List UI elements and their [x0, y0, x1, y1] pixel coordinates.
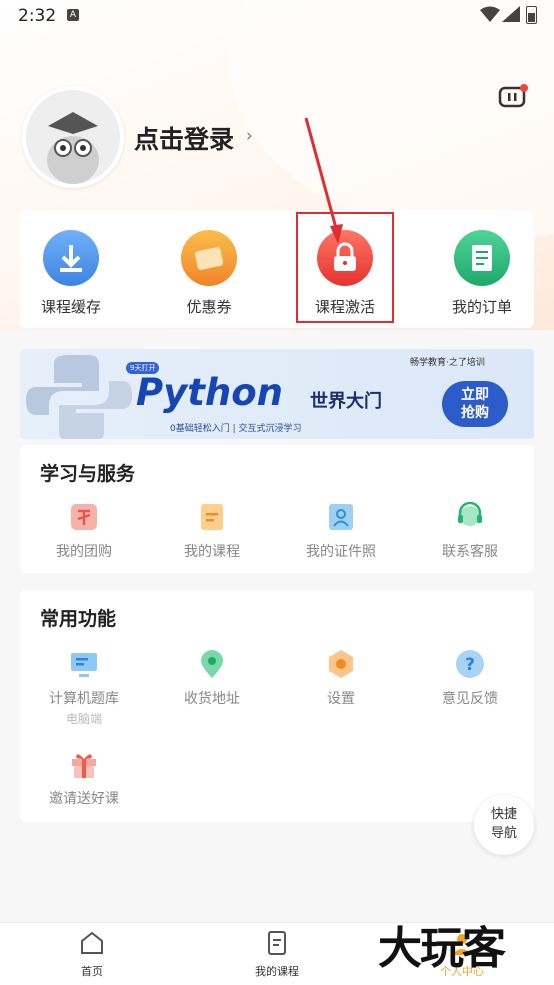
gift-icon [68, 748, 100, 780]
id-photo-icon [325, 501, 357, 533]
quick-action-label: 优惠券 [186, 298, 232, 316]
watermark-logo: 大玩客 [378, 923, 506, 974]
location-icon [196, 648, 228, 680]
computer-icon [68, 648, 100, 680]
quick-action-my-orders[interactable]: 我的订单 [427, 230, 537, 317]
quick-actions-card: 课程缓存 优惠券 课程激活 我的订单 [20, 210, 534, 328]
function-item-invite[interactable]: 邀请送好课 [24, 748, 144, 808]
function-label: 邀请送好课 [49, 791, 119, 807]
svg-text:?: ? [465, 655, 475, 675]
function-label: 计算机题库 [49, 691, 119, 707]
section-title: 学习与服务 [40, 463, 136, 485]
login-link[interactable]: 点击登录 [134, 120, 234, 156]
feedback-icon: ? [454, 648, 486, 680]
banner-title-2: 世界大门 [310, 391, 382, 412]
common-functions-card: 常用功能 计算机题库 电脑端 收货地址 设置 ? 意见反馈 邀请送好课 [20, 590, 534, 822]
service-label: 我的课程 [184, 544, 240, 560]
service-item-my-course[interactable]: 我的课程 [152, 501, 272, 561]
buy-now-button[interactable]: 立即 抢购 [442, 381, 508, 427]
download-icon [43, 230, 99, 286]
status-time: 2:32 [18, 6, 57, 26]
function-item-feedback[interactable]: ? 意见反馈 [410, 648, 530, 708]
service-label: 我的证件照 [306, 544, 376, 560]
customer-service-icon [454, 501, 486, 533]
service-item-group-buy[interactable]: 我的团购 [24, 501, 144, 561]
python-logo-icon [26, 355, 132, 439]
owl-avatar-icon [26, 90, 120, 184]
quick-nav-button[interactable]: 快捷 导航 [474, 795, 534, 855]
message-icon[interactable] [498, 84, 528, 108]
banner-subtitle: 0基础轻松入门 | 交互式沉浸学习 [170, 424, 302, 434]
settings-icon [325, 648, 357, 680]
function-label: 设置 [327, 691, 355, 707]
section-title: 常用功能 [40, 608, 117, 630]
service-item-id-photo[interactable]: 我的证件照 [281, 501, 401, 561]
course-icon [196, 501, 228, 533]
banner-title: Python [136, 371, 284, 414]
quick-action-label: 课程缓存 [40, 298, 101, 316]
signal-icon [502, 6, 520, 22]
highlight-box [296, 212, 394, 323]
tab-my-course[interactable]: 我的课程 [227, 929, 327, 979]
tab-label: 首页 [81, 965, 103, 978]
order-icon [454, 230, 510, 286]
notification-badge: A [67, 9, 79, 21]
group-buy-icon [68, 501, 100, 533]
tab-home[interactable]: 首页 [42, 929, 142, 979]
home-icon [81, 931, 103, 954]
coupon-icon [181, 230, 237, 286]
function-label: 收货地址 [184, 691, 240, 707]
quick-action-coupon[interactable]: 优惠券 [154, 230, 264, 317]
function-sublabel: 电脑端 [65, 712, 102, 726]
chevron-right-icon: › [246, 126, 253, 146]
tab-label: 我的课程 [255, 965, 299, 978]
function-label: 意见反馈 [442, 691, 498, 707]
banner-brand: 畅学教育·之了培训 [410, 358, 485, 368]
service-label: 我的团购 [56, 544, 112, 560]
service-item-customer-service[interactable]: 联系客服 [410, 501, 530, 561]
quick-nav-line2: 导航 [490, 826, 517, 841]
study-services-card: 学习与服务 我的团购 我的课程 我的证件照 联系客服 [20, 445, 534, 573]
buy-now-label: 立即 抢购 [461, 387, 489, 421]
function-item-address[interactable]: 收货地址 [152, 648, 272, 708]
status-bar: 2:32 A [0, 0, 554, 32]
quick-action-course-cache[interactable]: 课程缓存 [16, 230, 126, 317]
quick-nav-line1: 快捷 [490, 807, 517, 822]
wifi-icon [480, 6, 500, 22]
quick-action-label: 我的订单 [451, 298, 512, 316]
function-item-computer-bank[interactable]: 计算机题库 电脑端 [24, 648, 144, 727]
battery-icon [526, 6, 537, 24]
function-item-settings[interactable]: 设置 [281, 648, 401, 708]
my-course-icon [268, 931, 286, 955]
avatar[interactable] [22, 86, 124, 188]
python-banner[interactable]: 9天打开 畅学教育·之了培训 Python 世界大门 0基础轻松入门 | 交互式… [20, 349, 534, 439]
service-label: 联系客服 [442, 544, 498, 560]
